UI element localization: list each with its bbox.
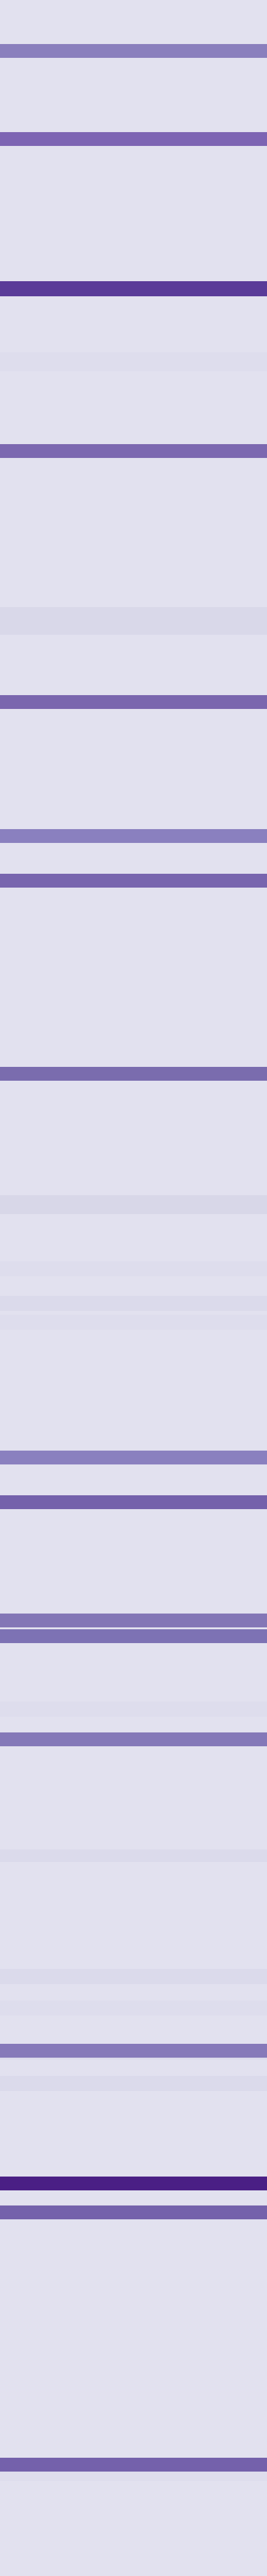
color-stripe [0,444,267,458]
color-stripe [0,695,267,709]
color-stripe [0,1451,267,1464]
shaded-band [0,1702,267,1717]
shaded-band [0,2076,267,2091]
color-stripe [0,1067,267,1081]
color-stripe [0,132,267,146]
shaded-band [0,1315,267,1330]
shaded-band [0,2000,267,2016]
striped-page-canvas [0,0,267,2576]
color-stripe [0,281,267,296]
shaded-band [0,1261,267,1276]
color-stripe [0,2205,267,2219]
shaded-band [0,1296,267,1311]
color-stripe [0,829,267,843]
shaded-band [0,352,267,371]
color-stripe [0,2458,267,2472]
shaded-band [0,1849,267,1862]
shaded-band [0,1969,267,1984]
color-stripe [0,1629,267,1643]
color-stripe [0,2177,267,2190]
color-stripe [0,874,267,888]
shaded-band [0,607,267,635]
color-stripe [0,2044,267,2058]
color-stripe [0,44,267,58]
color-stripe [0,1495,267,1509]
shaded-band [0,1195,267,1214]
color-stripe [0,1614,267,1627]
color-stripe [0,1732,267,1746]
